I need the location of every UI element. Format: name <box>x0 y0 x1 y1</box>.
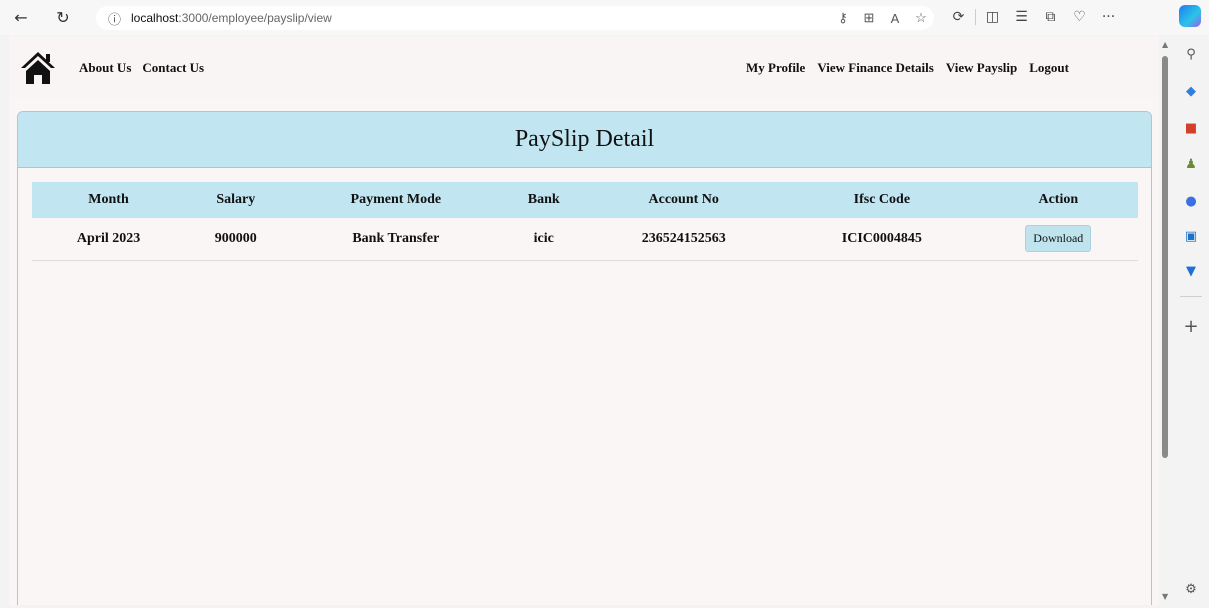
drop-icon[interactable]: ▼ <box>1181 261 1201 281</box>
table-header-row: Month Salary Payment Mode Bank Account N… <box>32 182 1138 218</box>
address-bar[interactable]: ⓘ localhost:3000/employee/payslip/view ⚷… <box>96 6 934 30</box>
refresh-icon[interactable]: ↻ <box>50 4 76 30</box>
url-path: :3000/employee/payslip/view <box>178 11 332 25</box>
home-icon[interactable] <box>20 51 56 85</box>
column-header-payment-mode: Payment Mode <box>350 192 442 207</box>
side-panel-divider <box>1180 296 1202 297</box>
column-header-salary: Salary <box>216 192 256 207</box>
payslip-card: PaySlip Detail Month Salary Payment Mode… <box>17 111 1152 605</box>
back-icon[interactable]: ← <box>8 4 34 30</box>
table-row: April 2023 900000 Bank Transfer icic 236… <box>32 218 1138 261</box>
cell-bank: icic <box>505 218 583 261</box>
column-header-account-no: Account No <box>648 192 719 207</box>
scroll-up-arrow-icon[interactable]: ▲ <box>1162 40 1168 49</box>
favorite-star-icon[interactable]: ☆ <box>908 10 934 26</box>
nav-view-payslip[interactable]: View Payslip <box>946 60 1017 76</box>
games-icon[interactable]: ♟ <box>1181 154 1201 174</box>
cell-month: April 2023 <box>32 218 186 261</box>
search-icon[interactable]: ⚲ <box>1181 44 1201 64</box>
app-grid-icon[interactable]: ⊞ <box>856 10 882 26</box>
nav-logout[interactable]: Logout <box>1029 60 1069 76</box>
nav-my-profile[interactable]: My Profile <box>746 60 805 76</box>
scroll-thumb[interactable] <box>1162 56 1168 458</box>
column-header-month: Month <box>88 192 129 207</box>
cell-account-no: 236524152563 <box>582 218 786 261</box>
nav-view-finance-details[interactable]: View Finance Details <box>817 60 934 76</box>
outlook-icon[interactable]: ▣ <box>1181 226 1201 246</box>
column-header-bank: Bank <box>527 192 560 207</box>
cell-salary: 900000 <box>185 218 287 261</box>
cell-ifsc-code: ICIC0004845 <box>785 218 979 261</box>
nav-contact-us[interactable]: Contact Us <box>142 60 204 76</box>
microsoft-365-icon[interactable]: ● <box>1181 191 1201 211</box>
add-icon[interactable]: + <box>1181 316 1201 337</box>
collections-icon[interactable]: ⧉ <box>1036 9 1065 25</box>
page-title: PaySlip Detail <box>18 112 1151 168</box>
scroll-down-arrow-icon[interactable]: ▼ <box>1162 592 1168 601</box>
tools-briefcase-icon[interactable]: ■ <box>1181 118 1201 138</box>
url-host: localhost <box>131 11 179 25</box>
settings-gear-icon[interactable]: ⚙ <box>1181 579 1201 599</box>
read-aloud-icon[interactable]: A <box>882 11 908 26</box>
page-scrollbar[interactable]: ▲ ▼ <box>1159 36 1172 605</box>
site-info-icon[interactable]: ⓘ <box>108 9 121 28</box>
split-screen-icon[interactable]: ◫ <box>978 9 1007 25</box>
site-navbar: About Us Contact Us My Profile View Fina… <box>9 36 1159 98</box>
key-icon[interactable]: ⚷ <box>830 10 856 26</box>
favorites-list-icon[interactable]: ☰ <box>1007 9 1036 25</box>
nav-about-us[interactable]: About Us <box>79 60 131 76</box>
payslip-table: Month Salary Payment Mode Bank Account N… <box>32 182 1138 261</box>
cell-payment-mode: Bank Transfer <box>286 218 506 261</box>
browser-essentials-icon[interactable]: ♡ <box>1065 9 1094 25</box>
cell-action: Download <box>978 218 1138 261</box>
browser-side-panel: ⚲ ◆ ■ ♟ ● ▣ ▼ + ⚙ <box>1172 36 1209 608</box>
copilot-icon[interactable] <box>1179 5 1201 27</box>
column-header-action: Action <box>1038 192 1079 207</box>
shopping-tag-icon[interactable]: ◆ <box>1181 81 1201 101</box>
download-button[interactable]: Download <box>1025 225 1092 253</box>
column-header-ifsc-code: Ifsc Code <box>853 192 911 207</box>
page-viewport: About Us Contact Us My Profile View Fina… <box>9 36 1159 605</box>
browser-toolbar: ← ↻ ⓘ localhost:3000/employee/payslip/vi… <box>0 0 1209 35</box>
extensions-icon[interactable]: ⟳ <box>944 9 973 25</box>
toolbar-divider <box>975 9 976 25</box>
more-menu-icon[interactable]: ··· <box>1094 9 1123 25</box>
